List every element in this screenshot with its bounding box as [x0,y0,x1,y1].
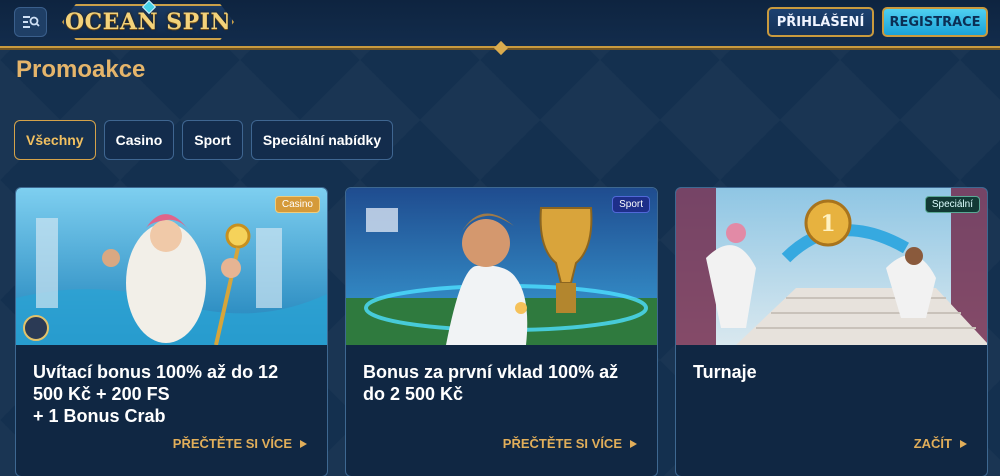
start-label: ZAČÍT [913,436,952,451]
filter-tab-special-offers[interactable]: Speciální nabídky [250,120,394,160]
promo-image-sport [346,188,657,345]
promo-title: Turnaje [693,361,973,383]
menu-button[interactable] [14,7,47,37]
filter-tab-sport[interactable]: Sport [182,120,243,160]
register-button[interactable]: REGISTRACE [882,7,988,37]
svg-text:1: 1 [820,211,835,237]
triangle-right-icon [960,439,967,448]
filter-tab-all[interactable]: Všechny [14,120,96,160]
read-more-label: PŘEČTĚTE SI VÍCE [502,436,622,451]
promo-card-welcome-bonus[interactable]: Casino Uvítací bonus 100% až do 12 500 K… [15,187,328,476]
promo-title-line: 500 Kč + 200 FS [33,384,170,404]
page-title: Promoakce [16,56,146,83]
read-more-label: PŘEČTĚTE SI VÍCE [172,436,292,451]
triangle-right-icon [300,439,307,448]
login-button[interactable]: PŘIHLÁŠENÍ [767,7,874,37]
promo-title-line: Uvítací bonus 100% až do 12 [33,362,279,382]
promo-title: Uvítací bonus 100% až do 12 500 Kč + 200… [33,361,313,427]
promo-card-sport-bonus[interactable]: Sport Bonus za první vklad 100% až do 2 … [345,187,658,476]
start-link[interactable]: ZAČÍT [914,436,967,451]
read-more-link[interactable]: PŘEČTĚTE SI VÍCE [503,436,637,451]
category-badge: Speciální [924,196,980,213]
category-badge: Sport [612,196,650,213]
filter-tabs: Všechny Casino Sport Speciální nabídky [14,120,394,160]
top-header: OCEAN SPIN PŘIHLÁŠENÍ REGISTRACE [0,0,1000,48]
menu-search-icon [22,16,40,28]
category-badge: Casino [274,196,320,213]
promo-title: Bonus za první vklad 100% až do 2 500 Kč [363,361,643,405]
promo-title-line: do 2 500 Kč [363,384,464,404]
promo-title-line: Bonus za první vklad 100% až [363,362,619,382]
promo-title-line: Turnaje [693,362,757,382]
filter-tab-casino[interactable]: Casino [103,120,175,160]
promo-title-line: + 1 Bonus Crab [33,406,166,426]
read-more-link[interactable]: PŘEČTĚTE SI VÍCE [173,436,307,451]
triangle-right-icon [630,439,637,448]
promo-card-tournaments[interactable]: 1 Speciální Turnaje ZAČÍT [675,187,988,476]
